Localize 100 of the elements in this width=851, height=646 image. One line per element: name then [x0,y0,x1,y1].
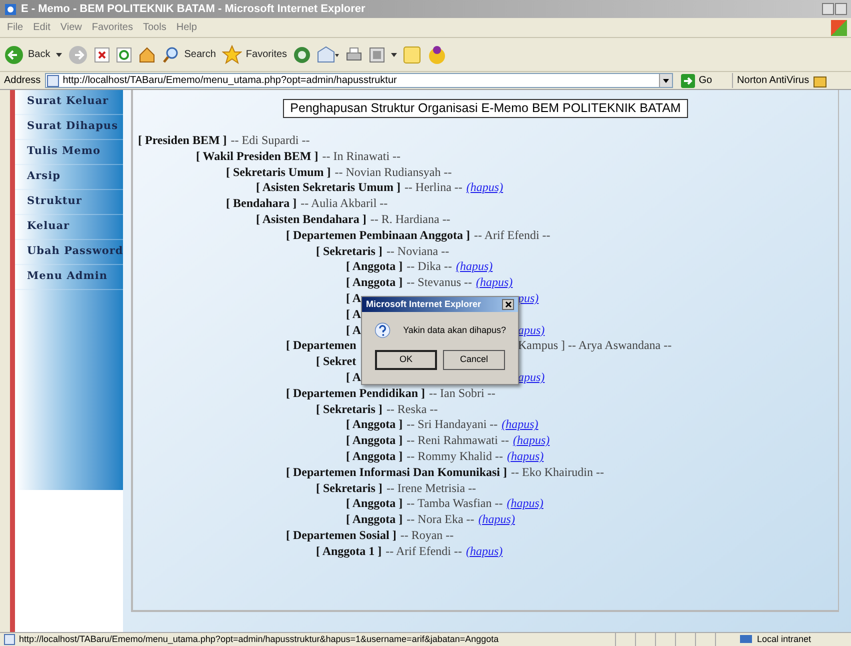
role-label: [ Departemen Sosial ] [286,528,396,544]
close-icon [504,301,512,308]
partial-text: Kampus ] -- Arya Aswandana -- [518,338,672,354]
role-label: [ Asisten Sekretaris Umum ] [256,180,400,196]
delete-link[interactable]: (hapus) [507,448,544,465]
role-label: [ Anggota ] [346,448,403,465]
delete-link[interactable]: (hapus) [456,259,493,276]
role-label: [ Departemen Informasi Dan Komunikasi ] [286,464,507,481]
delete-link[interactable]: (hapus) [466,544,503,560]
member-name: -- Nora Eka -- [406,512,474,528]
stop-icon[interactable] [94,46,110,62]
member-name: -- Novian Rudiansyah -- [334,164,452,180]
minimize-button[interactable] [822,3,834,15]
role-label: [ A [346,306,361,323]
printer-icon[interactable] [345,46,364,64]
delete-link[interactable]: (hapus) [506,496,544,512]
close-button[interactable] [502,299,514,310]
member-name: -- Noviana -- [386,244,450,260]
role-label: [ Sekret [316,354,356,370]
member-name: -- Sri Handayani -- [406,417,498,434]
shield-icon [813,74,828,88]
delete-link[interactable]: (hapus) [512,433,550,449]
role-label: [ Presiden BEM ] [138,133,227,149]
role-label: [ Sekretaris ] [316,244,382,260]
member-name: -- Aulia Akbaril -- [300,196,388,212]
menu-item[interactable]: Tools [140,20,170,35]
role-label: [ A [346,290,361,307]
dialog-message: Yakin data akan dihapus? [403,324,506,338]
member-name: -- Eko Khairudin -- [511,464,604,481]
role-label: [ A [346,370,361,386]
role-label: [ Bendahara ] [226,196,297,212]
intranet-icon [739,634,753,645]
dropdown-button[interactable] [658,74,672,87]
member-name: -- Irene Metrisia -- [386,480,476,496]
menu-item[interactable]: Favorites [88,20,136,35]
role-label: [ Sekretaris ] [316,402,382,418]
member-name: -- Dika -- [406,259,452,276]
dropdown-arrow-icon[interactable] [391,52,398,56]
member-name: -- R. Hardiana -- [370,212,450,228]
member-name: -- Ian Sobri -- [429,386,496,402]
role-label: [ Departemen Pendidikan ] [286,386,425,402]
member-name: -- Arif Efendi -- [386,544,462,560]
role-label: [ Anggota ] [346,275,403,291]
search-icon [162,46,180,64]
star-icon [222,44,242,64]
browser-icon [4,2,17,16]
role-label: [ Sekretaris Umum ] [226,164,331,180]
page-icon [4,634,15,645]
address-label: Address [4,74,41,88]
dialog-title: Microsoft Internet Explorer [366,298,482,311]
delete-link[interactable]: (hapus) [466,180,504,196]
window-title: E - Memo - BEM POLITEKNIK BATAM - Microsoft Internet Explorer [21,2,366,17]
role-label: [ Sekretaris ] [316,480,382,496]
role-label: [ Asisten Bendahara ] [256,212,366,228]
member-name: -- Rommy Khalid -- [406,448,503,465]
menu-item[interactable]: File [4,20,26,35]
address-field[interactable]: http://localhost/TABaru/Ememo/menu_utama.php?opt=admin/hapusstruktur [44,73,673,88]
role-label: [ Anggota 1 ] [316,544,382,560]
member-name: -- Reni Rahmawati -- [406,433,509,449]
role-label: [ Anggota ] [346,417,403,434]
role-label: [ Anggota ] [346,496,403,512]
search-button[interactable]: Search [162,46,216,64]
member-name: -- In Rinawati -- [322,148,401,165]
go-arrow-icon [680,74,695,88]
role-label: [ Departemen Pembinaan Anggota ] [286,228,470,244]
member-name: -- Tamba Wasfian -- [406,496,503,512]
menu-item[interactable]: Edit [30,20,54,35]
norton-button[interactable]: Norton AntiVirus [732,73,828,88]
dropdown-arrow-icon[interactable] [56,52,62,56]
page-title: Penghapusan Struktur Organisasi E-Memo BEM POLITEKNIK BATAM [283,99,688,118]
go-button[interactable]: Go [680,73,712,88]
member-name: -- Arif Efendi -- [474,228,550,244]
refresh-icon[interactable] [116,46,132,62]
status-url: http://localhost/TABaru/Ememo/menu_utama.php?opt=admin/hapusstruktur&hapus=1&username=arif&jabatan=Anggota [19,632,499,646]
menu-item[interactable]: Help [173,20,200,35]
member-name: -- Herlina -- [404,180,462,196]
role-label: [ Wakil Presiden BEM ] [196,148,318,165]
role-label: [ Anggota ] [346,259,403,276]
edit-icon[interactable] [369,46,386,62]
delete-link[interactable]: (hapus) [478,512,515,528]
favorites-button[interactable]: Favorites [222,44,288,64]
delete-link[interactable]: (hapus) [476,275,513,291]
role-label: [ Departemen [286,338,356,354]
back-button[interactable]: Back [4,44,50,64]
menu-item[interactable]: View [57,20,85,35]
member-name: -- Edi Supardi -- [230,133,310,149]
home-icon[interactable] [138,46,156,64]
maximize-button[interactable] [835,3,847,15]
zone-label: Local intranet [757,632,812,646]
delete-link[interactable]: apus) [518,322,545,338]
delete-link[interactable]: (hapus) [502,417,538,434]
role-label: [ A [346,322,361,338]
ok-button[interactable]: OK [375,350,437,370]
dropdown-arrow-icon [662,78,669,82]
role-label: [ Anggota ] [346,433,403,449]
delete-link[interactable]: apus) [518,370,545,386]
member-name: -- Royan -- [400,528,454,544]
page-icon [46,74,59,86]
cancel-button[interactable]: Cancel [443,350,505,370]
role-label: [ Anggota ] [346,512,403,528]
